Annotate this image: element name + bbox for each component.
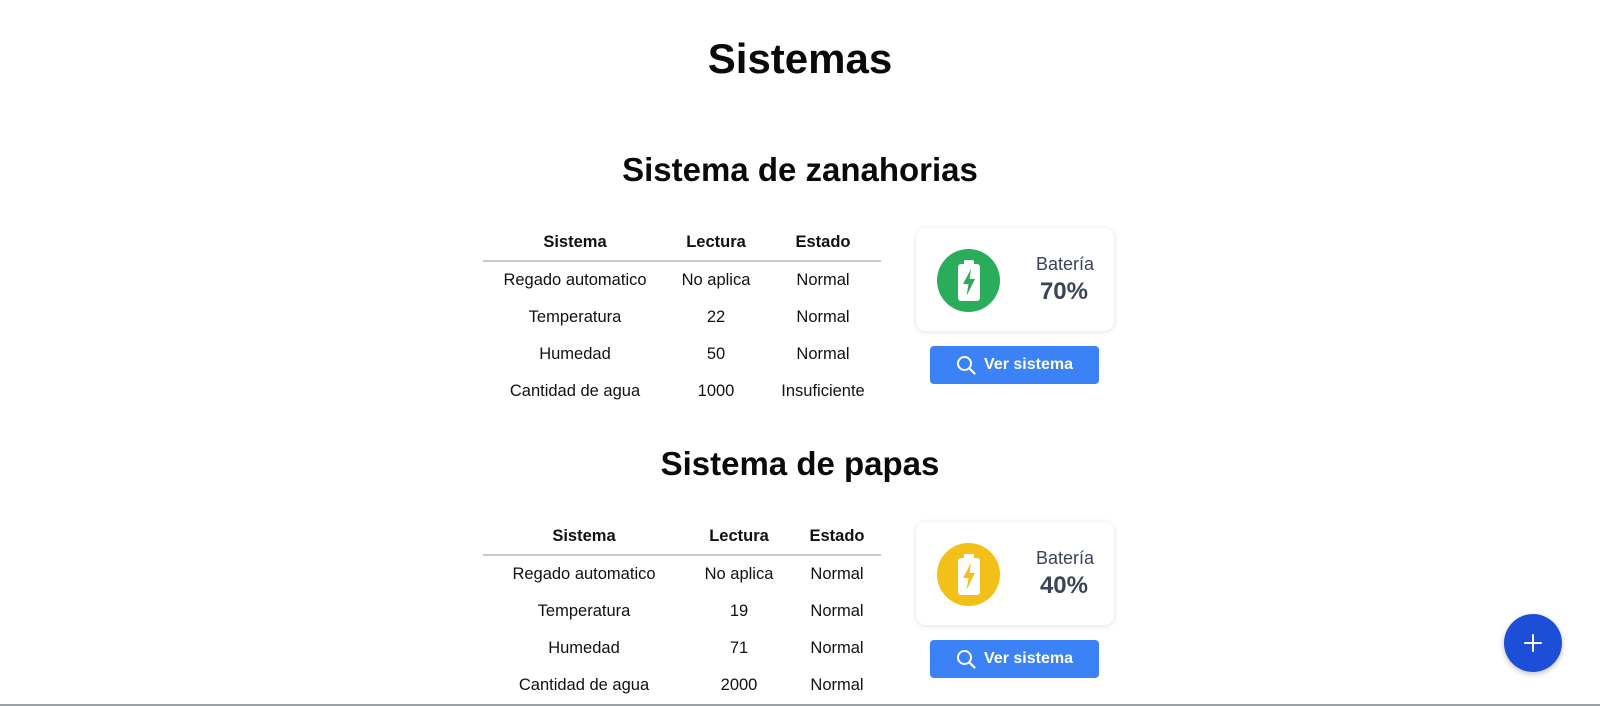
sensor-reading: 50	[706, 345, 726, 363]
page: Sistemas Sistema de zanahorias Sistema L…	[0, 0, 1600, 706]
column-header: Lectura	[685, 518, 793, 556]
plus-icon	[1523, 633, 1543, 653]
sensor-status: Normal	[810, 602, 864, 620]
table-row: Regado automatico No aplica Normal	[483, 261, 881, 299]
battery-charging-icon	[937, 543, 1000, 606]
sensor-status: Insuficiente	[781, 382, 865, 400]
table-header-row: Sistema Lectura Estado	[483, 518, 881, 556]
readings-table: Sistema Lectura Estado Regado automatico…	[483, 224, 881, 410]
sensor-name: Temperatura	[528, 308, 622, 326]
column-header: Estado	[765, 224, 881, 262]
sensor-reading: 2000	[720, 676, 758, 694]
sensor-status: Normal	[810, 639, 864, 657]
sensor-name: Regado automatico	[512, 565, 656, 583]
table-row: Cantidad de agua 2000 Normal	[483, 667, 881, 704]
page-title: Sistemas	[707, 35, 893, 82]
column-header: Sistema	[483, 224, 667, 262]
sensor-status: Normal	[810, 565, 864, 583]
sensor-reading: 71	[729, 639, 749, 657]
sensor-name: Temperatura	[537, 602, 631, 620]
view-system-button[interactable]: Ver sistema	[930, 346, 1099, 384]
system-title: Sistema de zanahorias	[622, 151, 978, 188]
sensor-name: Cantidad de agua	[509, 382, 641, 400]
sensor-name: Humedad	[539, 345, 611, 363]
battery-label: Batería	[1035, 254, 1094, 274]
battery-card: Batería 70%	[916, 228, 1114, 331]
table-row: Temperatura 19 Normal	[483, 593, 881, 630]
sensor-reading: 1000	[697, 382, 735, 400]
column-header: Lectura	[667, 224, 765, 262]
view-system-label: Ver sistema	[984, 650, 1073, 667]
view-system-button[interactable]: Ver sistema	[930, 640, 1099, 678]
battery-level: 70%	[1039, 278, 1088, 305]
search-icon	[956, 649, 976, 669]
battery-level: 40%	[1039, 572, 1088, 599]
readings-table: Sistema Lectura Estado Regado automatico…	[483, 518, 881, 704]
sensor-reading: 19	[729, 602, 749, 620]
sensor-status: Normal	[796, 345, 850, 363]
search-icon	[956, 355, 976, 375]
column-header: Sistema	[483, 518, 685, 556]
table-row: Humedad 50 Normal	[483, 336, 881, 373]
battery-card: Batería 40%	[916, 522, 1114, 625]
battery-charging-icon	[937, 249, 1000, 312]
sensor-status: Normal	[796, 271, 850, 289]
table-row: Temperatura 22 Normal	[483, 299, 881, 336]
table-row: Humedad 71 Normal	[483, 630, 881, 667]
table-row: Regado automatico No aplica Normal	[483, 555, 881, 593]
sensor-reading: No aplica	[704, 565, 774, 583]
view-system-label: Ver sistema	[984, 356, 1073, 373]
sensor-reading: 22	[706, 308, 726, 326]
sensor-status: Normal	[796, 308, 850, 326]
table-header-row: Sistema Lectura Estado	[483, 224, 881, 262]
sensor-name: Humedad	[548, 639, 620, 657]
sensor-reading: No aplica	[681, 271, 751, 289]
sensor-status: Normal	[810, 676, 864, 694]
battery-label: Batería	[1035, 548, 1094, 568]
add-system-button[interactable]	[1504, 614, 1562, 672]
system-title: Sistema de papas	[660, 445, 940, 482]
sensor-name: Regado automatico	[503, 271, 647, 289]
table-row: Cantidad de agua 1000 Insuficiente	[483, 373, 881, 410]
sensor-name: Cantidad de agua	[518, 676, 650, 694]
column-header: Estado	[793, 518, 881, 556]
